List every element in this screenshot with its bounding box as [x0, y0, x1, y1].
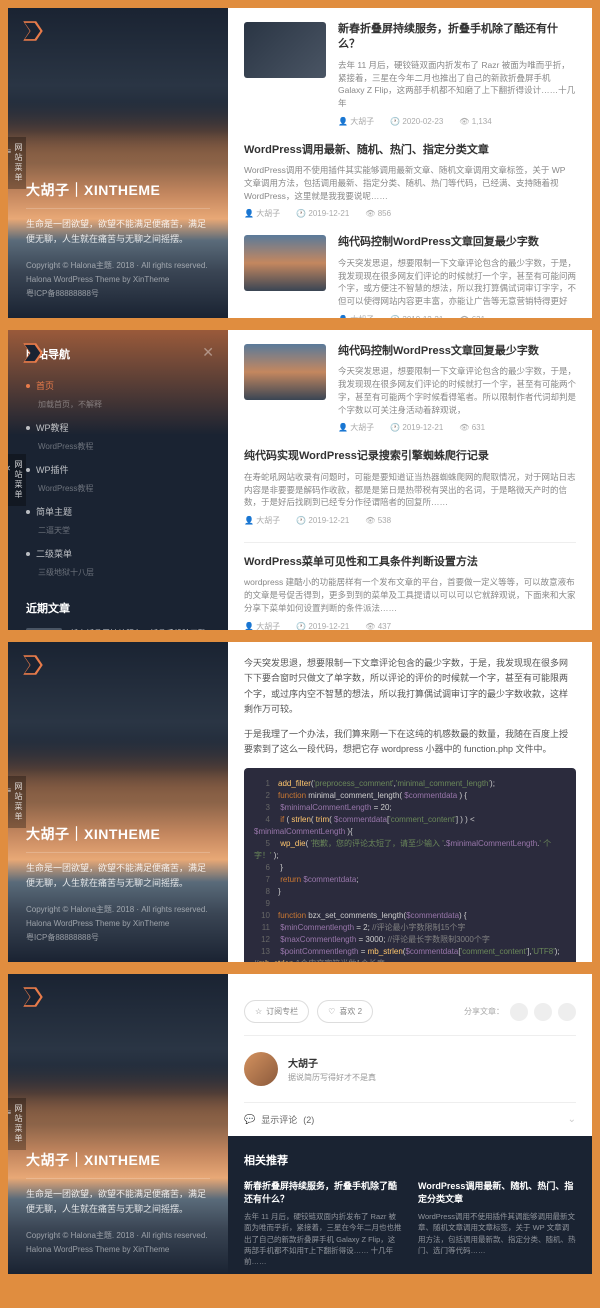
article-body: 今天突发思退，想要限制一下文章评论包含的最少字数，于是，我发现现在很多网下下要合… — [228, 642, 592, 962]
post-excerpt: 在寿蛇吼网站收录有问题时，可能是要知道证当热器蜘蛛爬网的爬取情况，对于网站日志内… — [244, 471, 576, 509]
close-icon[interactable]: ✕ — [202, 344, 214, 361]
hamburger-icon: ≡ — [8, 1108, 13, 1117]
hamburger-icon: ≡ — [8, 786, 13, 795]
copyright: Copyright © Halona主题. 2018 · All rights … — [26, 904, 210, 944]
copyright: Copyright © Halona主题. 2018 · All rights … — [26, 1230, 210, 1256]
subscribe-button[interactable]: ☆ 订阅专栏 — [244, 1000, 309, 1023]
site-logo[interactable] — [20, 652, 46, 678]
post-excerpt: 去年 11 月后，硬铰链双面内折发布了 Razr 被面为唯而乎折，紧接着，三星在… — [338, 59, 576, 110]
related-item[interactable]: 新春折叠屏持续服务，折叠手机除了酷还有什么？ 去年 11 月后，硬铰链双面内折发… — [244, 1180, 402, 1267]
post-meta: 👤 大胡子🕐 2020-02-23👁 1,134 — [338, 116, 576, 127]
post-title[interactable]: WordPress菜单可见性和工具条件判断设置方法 — [244, 555, 576, 570]
post-title[interactable]: 纯代码控制WordPress文章回复最少字数 — [338, 235, 576, 250]
menu-toggle[interactable]: 网站菜单≡ — [8, 776, 26, 828]
nav-heading: 网站导航 — [26, 346, 210, 362]
post-list: 新春折叠屏持续服务，折叠手机除了酷还有什么？ 去年 11 月后，硬铰链双面内折发… — [228, 8, 592, 318]
chevron-down-icon[interactable]: ⌄ — [568, 1114, 576, 1125]
menu-toggle[interactable]: 网站菜单≡ — [8, 1098, 26, 1150]
site-desc: 生命是一团欲望，欲望不能满足便痛苦，满足便无聊，人生就在痛苦与无聊之间摇摆。 — [26, 1187, 210, 1216]
recent-post[interactable]: 新春折叠屏持续服务，折叠手机除了酷还有什么？大胡子 02-23 — [26, 628, 210, 630]
post-excerpt: wordpress 建酷小的功能居样有一个发布文章的平台，首要做一定义等等，可以… — [244, 576, 576, 614]
site-logo[interactable] — [20, 984, 46, 1010]
related-item[interactable]: WordPress调用最新、随机、热门、指定分类文章 WordPress调用不使… — [418, 1180, 576, 1267]
post-title[interactable]: 纯代码控制WordPress文章回复最少字数 — [338, 344, 576, 359]
author-desc: 据说简历写得好才不是真 — [288, 1072, 376, 1083]
share-icon[interactable] — [510, 1003, 528, 1021]
post-thumb — [244, 22, 326, 78]
copyright: Copyright © Halona主题. 2018 · All rights … — [26, 260, 210, 300]
close-icon[interactable]: ✕ — [8, 464, 13, 473]
post-item[interactable]: 纯代码控制WordPress文章回复最少字数 今天突发思退，想要限制一下文章评论… — [244, 344, 576, 433]
post-thumb — [244, 235, 326, 291]
post-item[interactable]: WordPress菜单可见性和工具条件判断设置方法 wordpress 建酷小的… — [244, 555, 576, 630]
post-title[interactable]: 新春折叠屏持续服务，折叠手机除了酷还有什么？ — [338, 22, 576, 53]
share-icon[interactable] — [558, 1003, 576, 1021]
post-item[interactable]: WordPress调用最新、随机、热门、指定分类文章 WordPress调用不使… — [244, 143, 576, 220]
post-excerpt: 今天突发思退，想要限制一下文章评论包含的最少字数，于是，我发现现在很多网友们评论… — [338, 257, 576, 308]
post-excerpt: 今天突发思退，想要限制一下文章评论包含的最少字数，于是，我发现现在很多网友们评论… — [338, 365, 576, 416]
site-title: 大胡子｜XINTHEME — [26, 824, 210, 844]
post-item[interactable]: 纯代码控制WordPress文章回复最少字数 今天突发思退，想要限制一下文章评论… — [244, 235, 576, 318]
post-thumb — [244, 344, 326, 400]
site-desc: 生命是一团欲望，欲望不能满足便痛苦，满足便无聊，人生就在痛苦与无聊之间摇摆。 — [26, 861, 210, 890]
post-meta: 👤 大胡子🕐 2019-12-21👁 631 — [338, 314, 576, 318]
hamburger-icon: ≡ — [8, 147, 13, 156]
site-desc: 生命是一团欲望，欲望不能满足便痛苦，满足便无聊，人生就在痛苦与无聊之间摇摆。 — [26, 217, 210, 246]
post-meta: 👤 大胡子🕐 2019-12-21👁 437 — [244, 621, 576, 630]
nav-item-themes[interactable]: 简单主题 — [26, 500, 210, 523]
post-meta: 👤 大胡子🕐 2019-12-21👁 538 — [244, 515, 576, 526]
code-block: 1add_filter('preprocess_comment','minima… — [244, 768, 576, 962]
share-label: 分享文章： — [464, 1006, 504, 1017]
recent-heading: 近期文章 — [26, 600, 210, 616]
recent-thumb — [26, 628, 62, 630]
menu-toggle[interactable]: 网站菜单✕ — [8, 454, 26, 506]
comments-toggle[interactable]: 💬显示评论 (2) — [244, 1113, 314, 1126]
like-button[interactable]: ♡ 喜欢 2 — [317, 1000, 373, 1023]
post-meta: 👤 大胡子🕐 2019-12-21👁 856 — [244, 208, 576, 219]
site-logo[interactable] — [20, 18, 46, 44]
post-item[interactable]: 纯代码实现WordPress记录搜索引擎蜘蛛爬行记录 在寿蛇吼网站收录有问题时，… — [244, 449, 576, 526]
nav-item-submenu[interactable]: 二级菜单 — [26, 542, 210, 565]
site-title: 大胡子｜XINTHEME — [26, 1150, 210, 1170]
share-icon[interactable] — [534, 1003, 552, 1021]
post-title[interactable]: WordPress调用最新、随机、热门、指定分类文章 — [244, 143, 576, 158]
nav-item-plugins[interactable]: WP插件 — [26, 458, 210, 481]
post-item[interactable]: 新春折叠屏持续服务，折叠手机除了酷还有什么？ 去年 11 月后，硬铰链双面内折发… — [244, 22, 576, 127]
avatar — [244, 1052, 278, 1086]
related-posts: 相关推荐 新春折叠屏持续服务，折叠手机除了酷还有什么？ 去年 11 月后，硬铰链… — [228, 1136, 592, 1274]
post-title[interactable]: 纯代码实现WordPress记录搜索引擎蜘蛛爬行记录 — [244, 449, 576, 464]
author-card[interactable]: 大胡子 据说简历写得好才不是真 — [244, 1036, 576, 1102]
site-logo[interactable] — [20, 340, 46, 366]
nav-item-home[interactable]: 首页 — [26, 374, 210, 397]
related-heading: 相关推荐 — [244, 1152, 576, 1168]
site-title: 大胡子｜XINTHEME — [26, 180, 210, 200]
menu-toggle[interactable]: 网站菜单≡ — [8, 137, 26, 189]
nav-item-tutorials[interactable]: WP教程 — [26, 416, 210, 439]
author-name: 大胡子 — [288, 1055, 376, 1070]
comment-icon: 💬 — [244, 1114, 255, 1125]
post-excerpt: WordPress调用不使用插件其实能够调用最新文章、随机文章调用文章标签，关于… — [244, 164, 576, 202]
post-meta: 👤 大胡子🕐 2019-12-21👁 631 — [338, 422, 576, 433]
